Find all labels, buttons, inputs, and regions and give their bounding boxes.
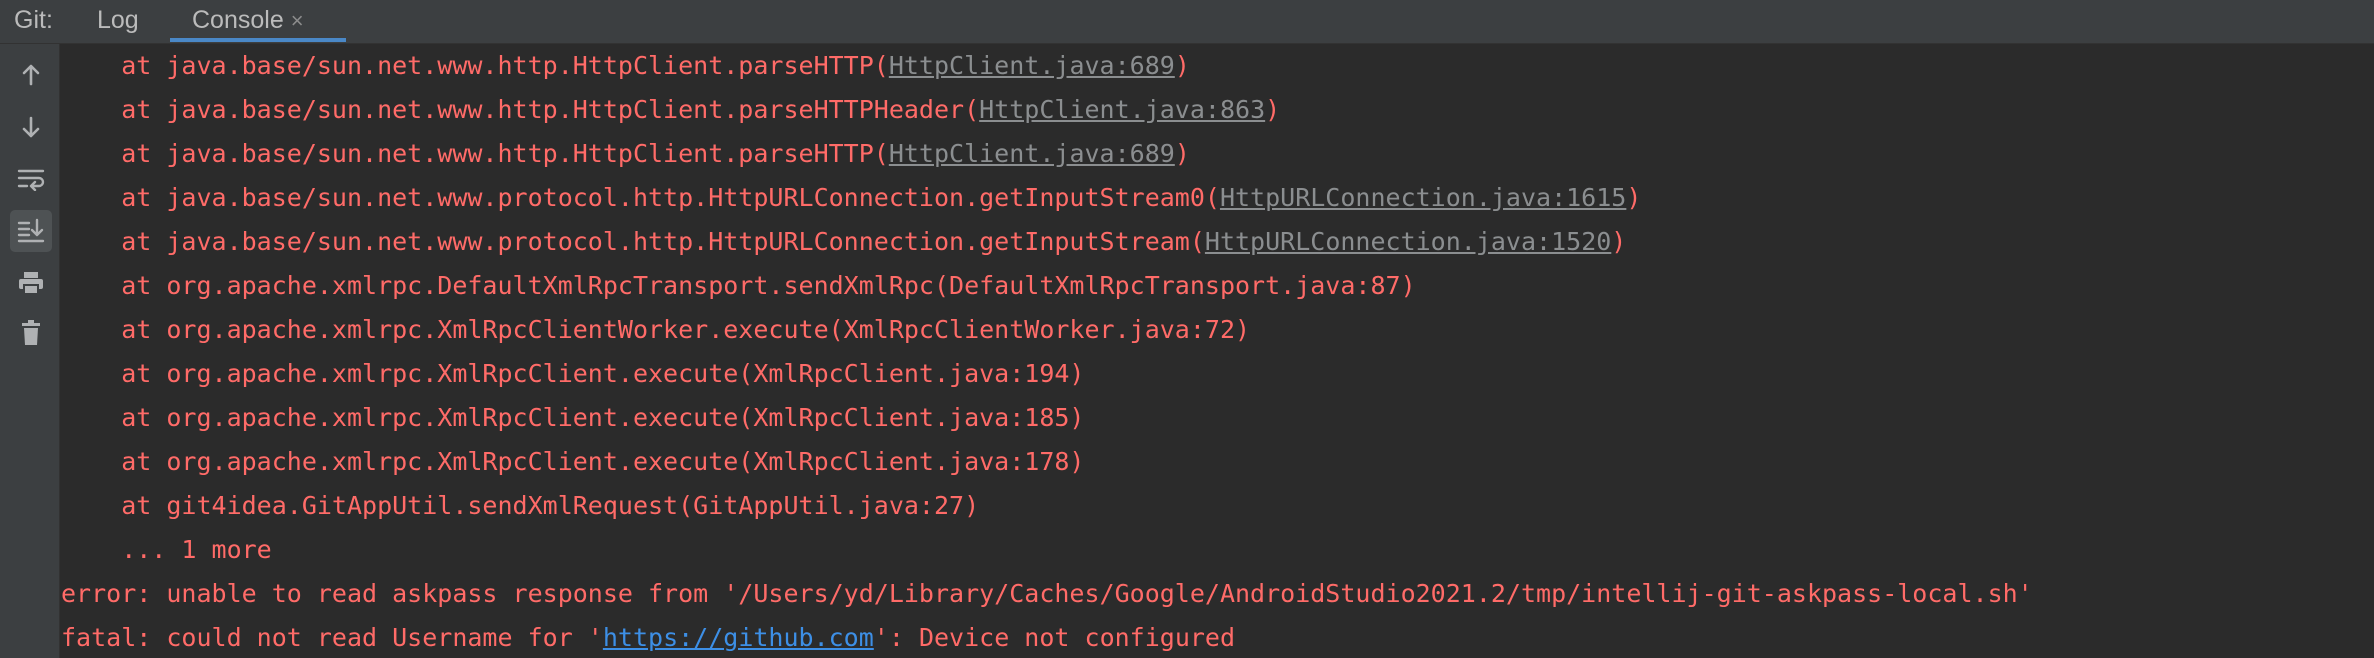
tab-console[interactable]: Console ×: [192, 0, 304, 40]
tab-log[interactable]: Log: [97, 0, 139, 40]
source-link[interactable]: HttpClient.java:863: [979, 95, 1265, 124]
stack-trace-line: at java.base/sun.net.www.http.HttpClient…: [61, 95, 1281, 124]
console-output[interactable]: at java.base/sun.net.www.http.HttpClient…: [61, 44, 2374, 658]
stack-trace-line: at org.apache.xmlrpc.XmlRpcClient.execut…: [61, 403, 1085, 432]
close-icon[interactable]: ×: [291, 8, 304, 33]
scroll-to-end-icon[interactable]: [10, 210, 52, 252]
stack-trace-line: at java.base/sun.net.www.protocol.http.H…: [61, 227, 1627, 256]
git-label: Git:: [14, 6, 53, 34]
stack-trace-line: at org.apache.xmlrpc.XmlRpcClient.execut…: [61, 447, 1085, 476]
active-tab-indicator: [170, 38, 346, 42]
stack-trace-more-line: ... 1 more: [61, 535, 272, 564]
stack-trace-line: at java.base/sun.net.www.http.HttpClient…: [61, 51, 1190, 80]
fatal-line: fatal: could not read Username for 'http…: [61, 623, 1236, 652]
trash-icon[interactable]: [10, 312, 52, 354]
stack-trace-line: at git4idea.GitAppUtil.sendXmlRequest(Gi…: [61, 491, 980, 520]
github-url-link[interactable]: https://github.com: [603, 623, 874, 652]
soft-wrap-icon[interactable]: [10, 158, 52, 200]
source-link[interactable]: HttpURLConnection.java:1520: [1205, 227, 1611, 256]
down-arrow-icon[interactable]: [10, 106, 52, 148]
up-arrow-icon[interactable]: [10, 54, 52, 96]
stack-trace-line: at java.base/sun.net.www.http.HttpClient…: [61, 139, 1190, 168]
source-link[interactable]: HttpClient.java:689: [889, 51, 1175, 80]
stack-trace-line: at org.apache.xmlrpc.DefaultXmlRpcTransp…: [61, 271, 1416, 300]
stack-trace-line: at org.apache.xmlrpc.XmlRpcClientWorker.…: [61, 315, 1251, 344]
stack-trace-line: at org.apache.xmlrpc.XmlRpcClient.execut…: [61, 359, 1085, 388]
source-link[interactable]: HttpClient.java:689: [889, 139, 1175, 168]
stack-trace-line: at java.base/sun.net.www.protocol.http.H…: [61, 183, 1642, 212]
tool-window-header: Git: Log Console ×: [0, 0, 2374, 44]
console-toolbar: [0, 44, 60, 658]
error-line: error: unable to read askpass response f…: [61, 579, 2033, 608]
print-icon[interactable]: [10, 262, 52, 304]
tab-console-label: Console: [192, 6, 284, 34]
source-link[interactable]: HttpURLConnection.java:1615: [1220, 183, 1626, 212]
